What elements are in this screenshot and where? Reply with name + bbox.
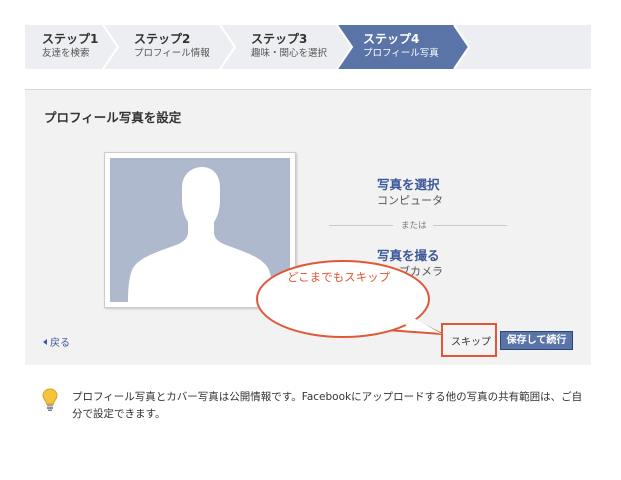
step-label: 友達を検索 <box>42 48 90 59</box>
divider-right <box>433 225 507 226</box>
panel-title: プロフィール写真を設定 <box>44 110 182 125</box>
step-label: 趣味・関心を選択 <box>251 48 328 59</box>
or-label: または <box>401 221 427 231</box>
triangle-left-icon <box>43 339 47 345</box>
back-link[interactable]: 戻る <box>43 334 70 349</box>
save-continue-button[interactable]: 保存して続行 <box>500 331 573 350</box>
step-separator <box>102 25 120 69</box>
lightbulb-icon <box>42 388 58 411</box>
skip-button[interactable]: スキップ <box>451 333 491 348</box>
step-4-active: ステップ4 プロフィール写真 <box>363 32 439 61</box>
step-3: ステップ3 趣味・関心を選択 <box>251 32 327 61</box>
annotation-text: どこまでもスキップ <box>287 270 391 284</box>
choose-photo-link[interactable]: 写真を選択 <box>377 174 440 193</box>
step-number: ステップ4 <box>363 32 420 46</box>
step-2: ステップ2 プロフィール情報 <box>134 32 210 61</box>
step-label: プロフィール情報 <box>134 48 210 59</box>
step-separator <box>219 25 237 69</box>
info-text: プロフィール写真とカバー写真は公開情報です。Facebookにアップロードする他… <box>72 391 583 420</box>
back-label: 戻る <box>50 338 70 349</box>
step-label: プロフィール写真 <box>363 48 439 59</box>
computer-label: コンピュータ <box>377 194 443 207</box>
step-number: ステップ2 <box>134 32 191 46</box>
step-number: ステップ3 <box>251 32 308 46</box>
step-progress-bar: ステップ1 友達を検索 ステップ2 プロフィール情報 ステップ3 趣味・関心を選… <box>25 25 591 69</box>
divider-left <box>329 225 393 226</box>
step-number: ステップ1 <box>42 32 99 46</box>
step-1: ステップ1 友達を検索 <box>42 32 98 61</box>
